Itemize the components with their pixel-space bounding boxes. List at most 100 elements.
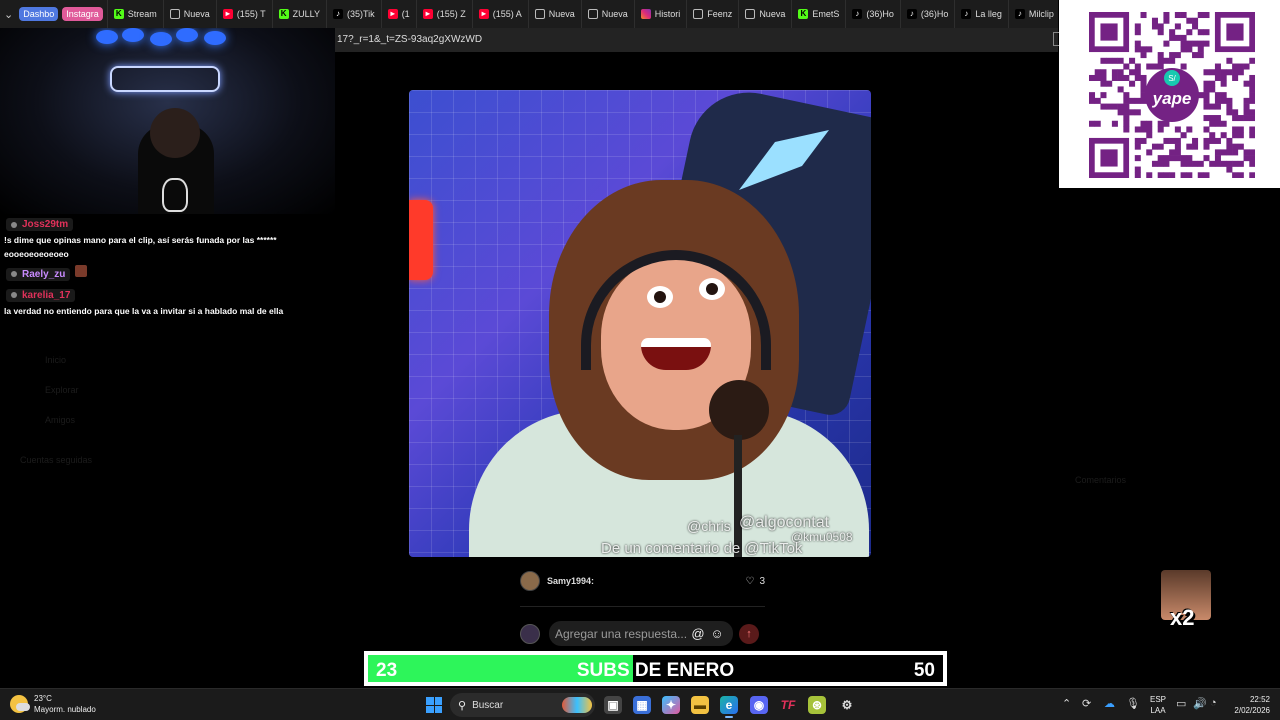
browser-tab[interactable]: Nueva [580,0,634,28]
qr-module [1174,126,1181,133]
browser-tab[interactable]: Feenz [686,0,738,28]
microphone-icon[interactable]: 🎙 [1126,697,1140,710]
qr-module [1140,12,1147,19]
eye [647,286,673,308]
qr-module [1220,160,1227,167]
video-player[interactable]: @chris @algocontat @kmu0508 De un coment… [409,90,871,557]
tray-overflow-icon[interactable]: ⌃ [1062,697,1071,710]
qr-module [1163,17,1170,24]
qr-module [1214,74,1221,81]
qr-module [1232,126,1239,133]
browser-tab[interactable]: ♪ (36)Ho [899,0,955,28]
network-icon[interactable]: ▭ [1176,697,1186,710]
chat-username[interactable]: karelia_17 [6,288,76,302]
cam-light [96,30,118,44]
browser-tab[interactable]: ♪ Milclip [1007,0,1058,28]
qr-module [1151,17,1158,24]
like-button[interactable]: ♡ 3 [745,576,765,587]
qr-module [1186,143,1193,150]
browser-tab[interactable]: ▸ (155) T [215,0,272,28]
qr-module [1163,57,1170,64]
weather-widget[interactable]: 23°C Mayorm. nublado [10,693,96,715]
browser-tab[interactable]: ♪ (36)Ho [845,0,900,28]
settings-gear-icon[interactable]: ⚙ [838,696,856,714]
reply-input[interactable] [555,626,687,641]
qr-module [1129,97,1136,104]
mention-icon[interactable]: @ [690,626,706,642]
browser-tab-label: (1 [401,9,410,19]
qr-module [1157,63,1164,70]
clock[interactable]: 22:52 2/02/2026 [1228,694,1270,716]
qr-module [1203,126,1210,133]
qr-module [1209,137,1216,144]
taskbar-search[interactable]: ⚲ Buscar [450,693,595,717]
address-bar[interactable]: 17?_r=1&_t=ZS-93aq2gXWzWD [335,28,1058,52]
avatar[interactable] [520,571,540,591]
qr-module [1157,126,1164,133]
browser-tab[interactable]: ▸ (155) A [471,0,528,28]
qr-module [1100,74,1107,81]
language-indicator[interactable]: ESP LAA [1150,694,1166,716]
discord-icon[interactable]: ◉ [750,696,768,714]
qr-module [1123,74,1130,81]
sync-icon[interactable]: ⟳ [1082,697,1091,710]
comment-author[interactable]: Samy1994: [547,576,594,586]
chat-username[interactable]: Raely_zu [6,267,71,281]
task-view-icon[interactable]: ▣ [604,696,622,714]
copilot-icon[interactable]: ✦ [662,696,680,714]
file-explorer-icon[interactable]: ▬ [691,696,709,714]
browser-tab[interactable]: ▸ (1 [380,0,416,28]
qr-module [1243,80,1250,87]
browser-tab[interactable]: Nueva [738,0,791,28]
browser-tab[interactable]: K EmetS [791,0,845,28]
edge-icon[interactable]: e [720,696,738,718]
store-icon[interactable]: ▦ [633,696,651,714]
browser-tab[interactable]: Nueva [162,0,216,28]
kick-icon: K [278,9,289,19]
windows-start-icon[interactable] [426,697,442,713]
qr-module [1197,40,1204,47]
qr-module [1209,120,1216,127]
qr-module [1140,46,1147,53]
browser-tab[interactable]: Nueva [527,0,581,28]
qr-module [1220,132,1227,139]
address-url: 17?_r=1&_t=ZS-93aq2gXWzWD [337,34,483,45]
browser-tab[interactable]: K Stream [106,0,163,28]
tab-search-chevron-icon[interactable]: ⌄ [4,4,13,24]
qr-module [1192,23,1199,30]
qr-module [1243,155,1250,162]
browser-tab[interactable]: ♪ (35)Tik [326,0,381,28]
qr-module [1111,69,1118,76]
chat-message: Joss29tm !s dime que opinas mano para el … [0,214,335,263]
send-button[interactable]: ↑ [739,624,759,644]
browser-tab[interactable]: K ZULLY [271,0,326,28]
qr-module [1209,115,1216,122]
qr-module [1226,109,1233,116]
qr-module [1186,160,1193,167]
browser-tab[interactable]: ♪ La lleg [954,0,1008,28]
onedrive-icon[interactable]: ☁ [1104,697,1115,710]
xbox-icon[interactable]: ⊛ [808,696,826,714]
qr-code: S/yape [1089,12,1255,178]
qr-module [1169,34,1176,41]
browser-tab[interactable]: Histori [633,0,687,28]
qr-module [1209,160,1216,167]
cam-light [122,28,144,42]
tab-group-1[interactable]: Instagra [62,7,103,21]
qr-module [1117,74,1124,81]
qr-module [1220,74,1227,81]
qr-module [1100,80,1107,87]
chat-username[interactable]: Joss29tm [6,218,74,231]
qr-module [1249,80,1255,87]
volume-icon[interactable]: 🔊 [1193,697,1207,710]
browser-tab[interactable]: ▸ (155) Z [415,0,472,28]
tab-group-0[interactable]: Dashbo [19,7,59,21]
qr-module [1163,155,1170,162]
qr-module [1123,103,1130,110]
emoji-icon[interactable]: ☺ [709,626,725,642]
tf-app-icon[interactable]: TF [779,696,797,714]
battery-icon[interactable]: ◔ [1210,697,1217,709]
qr-module [1163,40,1170,47]
qr-module [1186,29,1193,36]
qr-module [1157,120,1164,127]
